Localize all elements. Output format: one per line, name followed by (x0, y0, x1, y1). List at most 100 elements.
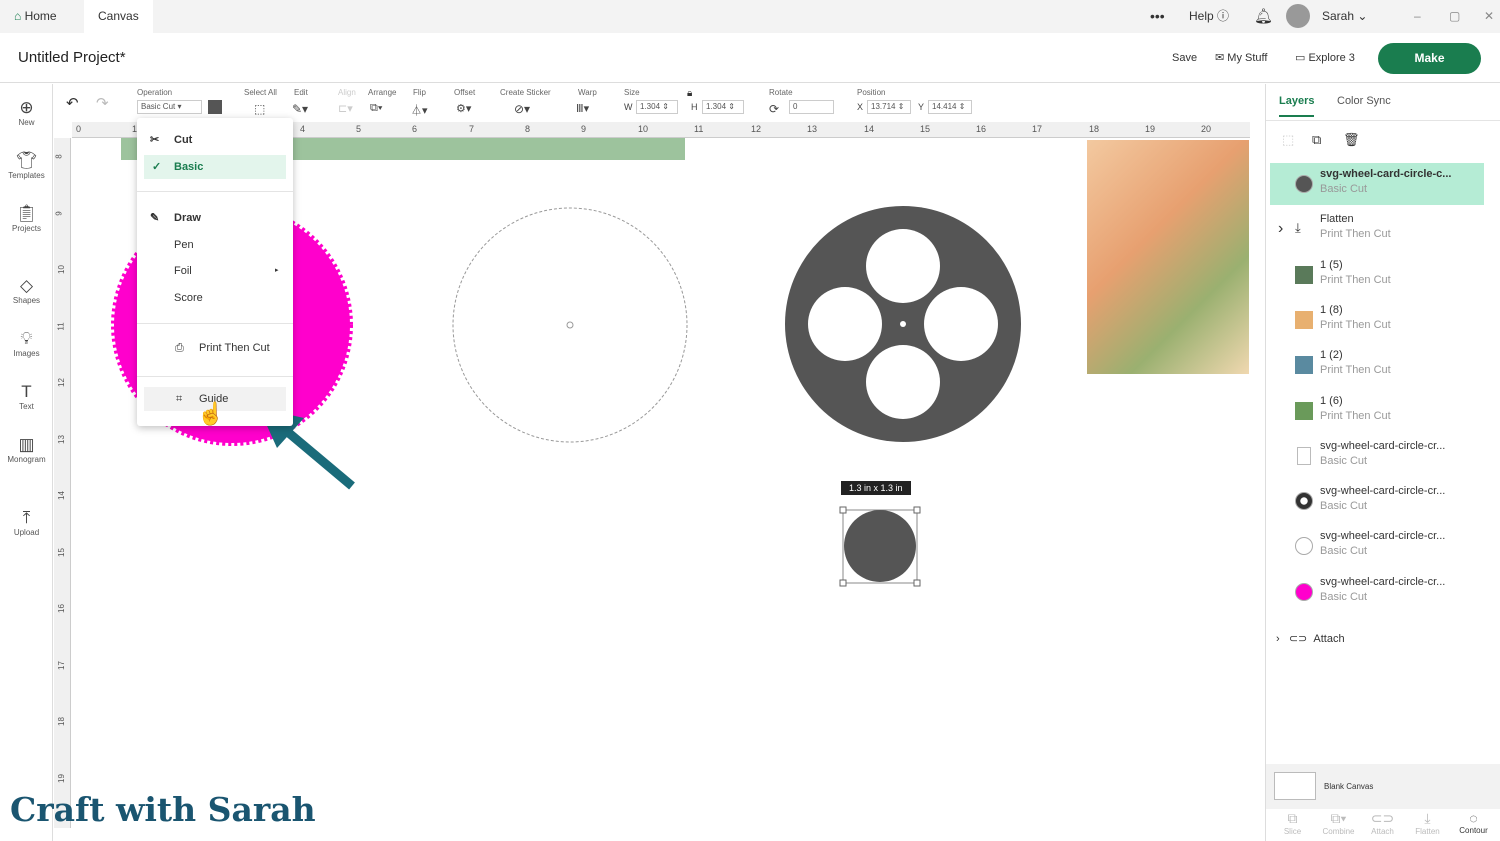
ruler-tick: 5 (356, 124, 362, 134)
combine-button[interactable]: ⧉▾ Combine (1316, 810, 1361, 836)
menu-print-then-cut[interactable]: ⎙ Print Then Cut (137, 336, 293, 360)
layer-item[interactable]: svg-wheel-card-circle-cr... Basic Cut (1270, 571, 1484, 613)
flip-icon[interactable]: ⏃▾ (411, 102, 428, 118)
make-button[interactable]: Make (1378, 43, 1481, 74)
floral-image[interactable] (1087, 140, 1249, 374)
sidebar-item-projects[interactable]: 📋︎ Projects (0, 204, 53, 233)
edit-pencil-icon[interactable]: ✎▾ (292, 102, 308, 116)
attach-label: Attach (1313, 633, 1345, 645)
label: Contour (1459, 826, 1488, 835)
attach-button[interactable]: ⊂⊃ Attach (1360, 810, 1405, 836)
duplicate-icon[interactable]: ⧉ (1312, 132, 1321, 148)
ruler-tick: 19 (56, 773, 66, 783)
label: Print Then Cut (199, 342, 270, 354)
label: Templates (8, 171, 45, 180)
sidebar-item-templates[interactable]: 👕︎ Templates (0, 151, 53, 180)
operation-select[interactable]: Basic Cut ▾ (137, 100, 202, 114)
sidebar-item-images[interactable]: 💡︎ Images (0, 329, 53, 358)
maximize-button[interactable]: ▢ (1435, 0, 1474, 33)
tab-home-label: Home (24, 9, 57, 23)
layer-item[interactable]: 1 (5) Print Then Cut (1270, 254, 1484, 296)
tab-canvas[interactable]: Canvas (84, 0, 153, 33)
my-stuff-button[interactable]: ✉ My Stuff (1215, 51, 1267, 64)
save-button[interactable]: Save (1172, 52, 1197, 64)
avatar[interactable] (1286, 4, 1310, 28)
explore-button[interactable]: ▭ Explore 3 (1295, 51, 1355, 64)
layer-item[interactable]: 1 (6) Print Then Cut (1270, 390, 1484, 432)
ruler-tick: 12 (751, 124, 762, 134)
label: Combine (1322, 827, 1355, 836)
x-input[interactable]: 13.714 ⇕ (867, 100, 911, 114)
menu-basic[interactable]: ✓ Basic (144, 155, 286, 179)
layer-item[interactable]: svg-wheel-card-circle-cr... Basic Cut (1270, 480, 1484, 522)
text-icon: T (21, 382, 32, 401)
tab-layers[interactable]: Layers (1279, 95, 1315, 117)
select-all-icon[interactable]: ⬚ (254, 102, 265, 116)
divider (137, 376, 293, 377)
tab-home[interactable]: ⌂ Home (0, 0, 71, 33)
scalloped-outline-circle (452, 207, 688, 443)
project-title[interactable]: Untitled Project* (18, 49, 126, 66)
menu-score[interactable]: Score (137, 286, 293, 310)
lock-icon[interactable]: 🔒︎ (687, 88, 692, 99)
ruler-tick: 15 (920, 124, 931, 134)
redo-icon[interactable]: ↷ (96, 94, 109, 112)
rotate-input[interactable]: 0 (789, 100, 834, 114)
help-button[interactable]: Help ⓘ (1175, 0, 1243, 33)
offset-icon[interactable]: ⚙▾ (456, 102, 471, 115)
menu-foil[interactable]: Foil ▸ (137, 259, 293, 283)
layer-operation: Print Then Cut (1320, 273, 1391, 286)
attach-group[interactable]: › ⊂⊃ Attach (1276, 632, 1345, 645)
layer-item[interactable]: svg-wheel-card-circle-cr... Basic Cut (1270, 525, 1484, 567)
layer-item[interactable]: svg-wheel-card-circle-c... Basic Cut (1270, 163, 1484, 205)
tab-color-sync[interactable]: Color Sync (1337, 95, 1391, 107)
contour-button[interactable]: ◌ Contour (1451, 810, 1496, 835)
layer-thumbnail (1295, 175, 1313, 193)
canvas-swatch[interactable] (1274, 772, 1316, 800)
trash-icon[interactable]: 🗑︎ (1343, 132, 1360, 148)
user-menu[interactable]: Sarah ⌄ (1308, 0, 1381, 33)
align-icon[interactable]: ⊏▾ (338, 102, 353, 115)
chevron-right-icon[interactable]: › (1278, 220, 1283, 238)
sticker-icon[interactable]: ⊘▾ (514, 102, 530, 116)
ruler-tick: 11 (56, 321, 66, 331)
arrange-label: Arrange (368, 88, 397, 97)
bell-icon[interactable]: 🔔︎ (1240, 0, 1287, 33)
flatten-button[interactable]: ⤓ Flatten (1405, 810, 1450, 836)
sidebar-item-text[interactable]: T Text (0, 382, 53, 411)
blank-canvas-row[interactable]: Blank Canvas (1266, 764, 1500, 809)
undo-icon[interactable]: ↶ (66, 94, 79, 112)
layer-operation: Print Then Cut (1320, 409, 1391, 422)
ruler-tick: 4 (300, 124, 306, 134)
layer-name: 1 (8) (1320, 303, 1343, 316)
sidebar-item-upload[interactable]: ⤒ Upload (0, 508, 53, 537)
header: Untitled Project* Save ✉ My Stuff ▭ Expl… (0, 33, 1500, 83)
slice-button[interactable]: ⧉ Slice (1270, 810, 1315, 836)
width-input[interactable]: 1.304 ⇕ (636, 100, 678, 114)
x-label: X (857, 102, 864, 112)
group-icon[interactable]: ⬚ (1282, 132, 1294, 148)
y-input[interactable]: 14.414 ⇕ (928, 100, 972, 114)
menu-draw: ✎ Draw (137, 206, 293, 230)
layer-item[interactable]: svg-wheel-card-circle-cr... Basic Cut (1270, 435, 1484, 477)
ruler-tick: 16 (56, 604, 66, 613)
warp-icon[interactable]: Ⅲ▾ (576, 102, 589, 115)
layer-item[interactable]: 1 (8) Print Then Cut (1270, 299, 1484, 341)
width-value: 1.304 (640, 102, 661, 111)
layer-name: svg-wheel-card-circle-cr... (1320, 485, 1446, 498)
height-input[interactable]: 1.304 ⇕ (702, 100, 744, 114)
layer-item[interactable]: › ⤓ Flatten Print Then Cut (1270, 208, 1484, 250)
sidebar-item-monogram[interactable]: ▥ Monogram (0, 435, 53, 464)
minimize-button[interactable]: – (1400, 0, 1435, 33)
help-icon: ⓘ (1217, 9, 1230, 23)
color-swatch[interactable] (208, 100, 222, 114)
layer-item[interactable]: 1 (2) Print Then Cut (1270, 344, 1484, 386)
arrange-icon[interactable]: ⧉▾ (370, 102, 382, 115)
layer-name: svg-wheel-card-circle-c... (1320, 168, 1452, 180)
sidebar-item-shapes[interactable]: ◇ Shapes (0, 276, 53, 305)
close-button[interactable]: ✕ (1470, 0, 1500, 33)
menu-pen[interactable]: Pen (137, 233, 293, 257)
label: Slice (1283, 827, 1302, 836)
more-button[interactable]: ••• (1136, 0, 1179, 33)
sidebar-item-new[interactable]: ⊕ New (0, 98, 53, 127)
